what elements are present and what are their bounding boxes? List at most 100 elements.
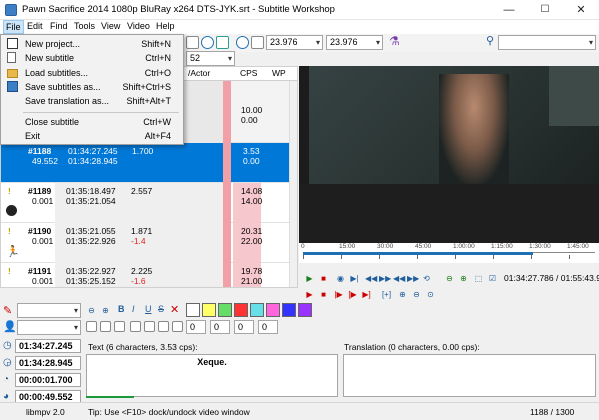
menu-item-label: New subtitle xyxy=(25,53,75,63)
toolbar-icon-a[interactable] xyxy=(186,36,199,49)
align-left-icon[interactable] xyxy=(86,321,97,332)
table-row[interactable]: ! #1191 0.001 01:35:22.927 01:35:25.152 … xyxy=(1,263,297,287)
row-duration: 2.557 xyxy=(131,186,153,196)
clear-format-icon[interactable]: ✕ xyxy=(170,303,179,316)
duration-field[interactable]: 00:00:01.700 xyxy=(15,373,81,387)
fps-combo-2[interactable]: 23.976 ▾ xyxy=(326,35,383,50)
checkbox-icon[interactable]: ☑ xyxy=(487,273,498,284)
menu-tools[interactable]: Tools xyxy=(73,21,96,31)
color-swatch[interactable] xyxy=(298,303,312,317)
menu-find[interactable]: Find xyxy=(49,21,69,31)
align-center-icon[interactable] xyxy=(100,321,111,332)
menu-video[interactable]: Video xyxy=(126,21,151,31)
mark-start-icon[interactable]: |▶ xyxy=(333,289,344,300)
grid-scrollbar[interactable] xyxy=(289,81,297,287)
mark-in-icon[interactable]: ▶ xyxy=(304,289,315,300)
snapshot-icon[interactable]: ⬚ xyxy=(473,273,484,284)
underline-button[interactable]: U xyxy=(145,304,152,314)
maximize-button[interactable]: ☐ xyxy=(527,0,563,20)
next-subtitle-icon[interactable]: ⊕ xyxy=(100,305,111,316)
mark-play-icon[interactable]: ▶] xyxy=(361,289,372,300)
col-actor[interactable]: /Actor xyxy=(188,68,210,78)
text-editor[interactable]: Xeque. xyxy=(86,354,338,397)
margin-r-field[interactable]: 0 xyxy=(210,320,230,334)
layer-field[interactable]: 0 xyxy=(258,320,278,334)
menu-item-label: Exit xyxy=(25,131,41,141)
timeline-tick-label: 15:00 xyxy=(339,243,356,250)
table-row-selected[interactable]: #1188 49.552 01:34:27.245 01:34:28.945 1… xyxy=(1,143,297,183)
margin-v-field[interactable]: 0 xyxy=(234,320,254,334)
table-row[interactable]: ! #1190 0.001 01:35:21.055 01:35:22.926 … xyxy=(1,223,297,263)
mark-stop-icon[interactable]: ■ xyxy=(318,289,329,300)
stop-icon[interactable] xyxy=(251,36,264,49)
menu-item-close-subtitle[interactable]: Close subtitle Ctrl+W xyxy=(1,115,183,129)
fps-combo-1[interactable]: 23.976 ▾ xyxy=(266,35,323,50)
wave-icon[interactable] xyxy=(216,36,229,49)
col-wpm[interactable]: WP xyxy=(272,68,286,78)
zoom-fit-icon[interactable]: ⊙ xyxy=(425,289,436,300)
end-time-field[interactable]: 01:34:28.945 xyxy=(15,356,81,370)
menu-item-new-subtitle[interactable]: New subtitle Ctrl+N xyxy=(1,51,183,65)
strike-button[interactable]: S xyxy=(158,304,164,314)
valign-top-icon[interactable] xyxy=(130,321,141,332)
search-icon[interactable]: ⚲ xyxy=(486,34,494,47)
pause-play-icon[interactable]: ◉ xyxy=(335,273,346,284)
menu-item-save-subtitles-as[interactable]: Save subtitles as... Shift+Ctrl+S xyxy=(1,80,183,94)
translation-editor[interactable] xyxy=(343,354,596,397)
forward-fast-icon[interactable]: ▶▶ xyxy=(407,273,419,284)
menu-item-exit[interactable]: Exit Alt+F4 xyxy=(1,129,183,143)
loop-icon[interactable]: ⟲ xyxy=(421,273,432,284)
prev-subtitle-icon[interactable]: ⊖ xyxy=(86,305,97,316)
menu-file[interactable]: File xyxy=(3,20,24,34)
menu-edit[interactable]: Edit xyxy=(26,21,44,31)
menu-item-save-translation-as[interactable]: Save translation as... Shift+Alt+T xyxy=(1,94,183,108)
style-combo[interactable]: 52 ▾ xyxy=(186,51,235,66)
forward-icon[interactable]: ▶▶ xyxy=(379,273,391,284)
italic-button[interactable]: I xyxy=(132,304,135,314)
rewind-fast-icon[interactable]: ◀◀ xyxy=(393,273,405,284)
valign-middle-icon[interactable] xyxy=(144,321,155,332)
go-back-icon[interactable]: ⊖ xyxy=(444,273,455,284)
color-swatch[interactable] xyxy=(250,303,264,317)
flask-icon[interactable]: ⚗ xyxy=(389,34,400,48)
row-start: 01:35:21.055 xyxy=(66,226,116,236)
timer-icon[interactable] xyxy=(236,36,249,49)
rewind-icon[interactable]: ◀◀ xyxy=(365,273,377,284)
table-row[interactable]: ! #1189 0.001 01:35:18.497 01:35:21.054 … xyxy=(1,183,297,223)
next-icon[interactable]: ▶| xyxy=(349,273,360,284)
align-right-icon[interactable] xyxy=(114,321,125,332)
margin-l-field[interactable]: 0 xyxy=(186,320,206,334)
close-button[interactable]: ✕ xyxy=(563,0,599,20)
menu-item-new-project[interactable]: New project... Shift+N xyxy=(1,37,183,51)
expand-icon[interactable]: [+] xyxy=(381,289,392,300)
menu-item-load-subtitles[interactable]: Load subtitles... Ctrl+O xyxy=(1,66,183,80)
start-time-field[interactable]: 01:34:27.245 xyxy=(15,339,81,353)
stop-icon[interactable]: ■ xyxy=(318,273,329,284)
zoom-in-icon[interactable]: ⊕ xyxy=(397,289,408,300)
color-swatch[interactable] xyxy=(282,303,296,317)
video-panel[interactable] xyxy=(299,66,599,251)
search-combo[interactable]: ▾ xyxy=(498,35,596,50)
mark-end-icon[interactable]: [▶ xyxy=(347,289,358,300)
bold-button[interactable]: B xyxy=(118,304,125,314)
menu-view[interactable]: View xyxy=(100,21,121,31)
col-cps[interactable]: CPS xyxy=(240,68,257,78)
go-forward-icon[interactable]: ⊕ xyxy=(458,273,469,284)
minimize-button[interactable]: — xyxy=(491,0,527,20)
play-icon[interactable]: ▶ xyxy=(304,273,315,284)
position-icon[interactable] xyxy=(172,321,183,332)
color-swatch[interactable] xyxy=(234,303,248,317)
color-swatch[interactable] xyxy=(186,303,200,317)
zoom-out-icon[interactable]: ⊖ xyxy=(411,289,422,300)
timeline-tick xyxy=(493,255,494,259)
actor-combo[interactable]: ▾ xyxy=(17,303,81,318)
color-swatch[interactable] xyxy=(218,303,232,317)
valign-bottom-icon[interactable] xyxy=(158,321,169,332)
video-timeline[interactable]: 0 15:00 30:00 45:00 1:00:00 1:15:00 1:30:00 1:4… xyxy=(299,243,599,263)
style-select[interactable]: ▾ xyxy=(17,320,81,335)
color-swatch[interactable] xyxy=(202,303,216,317)
record-icon[interactable] xyxy=(201,36,214,49)
menu-help[interactable]: Help xyxy=(155,21,176,31)
pencil-icon[interactable]: ✎ xyxy=(3,304,12,317)
color-swatch[interactable] xyxy=(266,303,280,317)
